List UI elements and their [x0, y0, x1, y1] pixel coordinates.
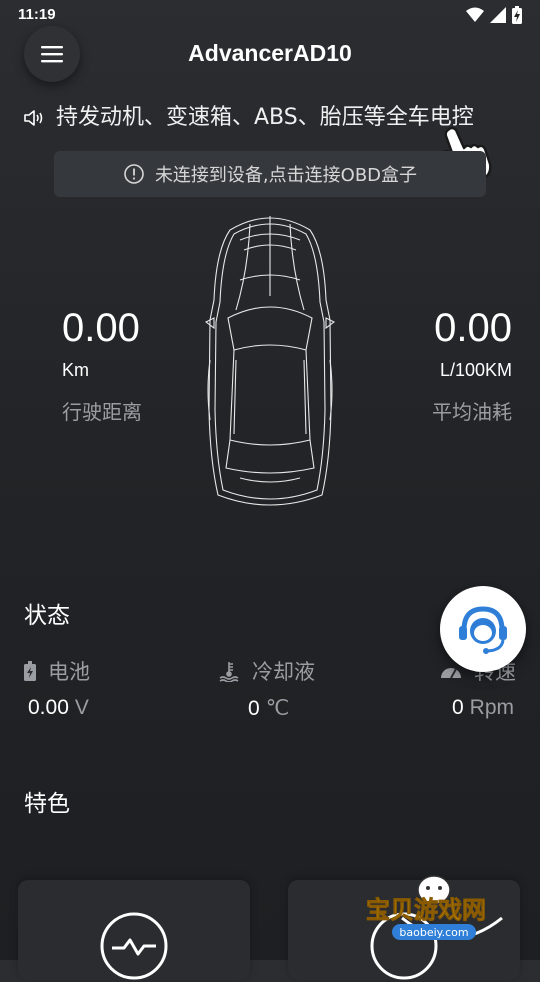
watermark-url: baobeiy.com [399, 926, 468, 939]
battery-unit: V [74, 696, 89, 719]
car-topview-icon [204, 216, 336, 506]
coolant-label: 冷却液 [252, 660, 315, 684]
info-icon [124, 164, 144, 184]
battery-label: 电池 [48, 660, 90, 684]
connect-obd-bar[interactable]: 未连接到设备,点击连接OBD盒子 [54, 151, 486, 197]
watermark-title: 宝贝游戏网 [366, 896, 486, 924]
battery-value: 0.00 [28, 696, 69, 719]
watermark-logo: 宝贝游戏网 baobeiy.com [366, 875, 503, 940]
battery-gauge-header: 电池 [24, 656, 90, 686]
speaker-icon [24, 110, 43, 126]
rpm-value: 0 [451, 696, 464, 719]
distance-value: 0.00 [62, 306, 140, 350]
feature-section-title: 特色 [24, 791, 70, 817]
customer-support-button[interactable] [440, 586, 526, 672]
waveform-icon [100, 912, 168, 980]
coolant-unit: ℃ [265, 697, 290, 720]
coolant-reading: 0 ℃ [248, 696, 289, 721]
coolant-temperature-icon [219, 662, 239, 682]
status-icons [466, 6, 522, 24]
fuel-consumption-label: 平均油耗 [432, 400, 512, 424]
customer-service-icon [459, 606, 507, 654]
rpm-reading: 0 Rpm [452, 696, 514, 720]
battery-charging-icon [512, 6, 522, 24]
status-time: 11:19 [18, 6, 56, 23]
coolant-gauge-header: 冷却液 [218, 656, 315, 686]
coolant-value: 0 [248, 697, 260, 720]
battery-reading: 0.00 V [28, 696, 89, 720]
signal-icon [490, 7, 506, 23]
state-section-title: 状态 [24, 603, 70, 629]
connect-obd-text: 未连接到设备,点击连接OBD盒子 [154, 165, 418, 186]
distance-unit: Km [62, 360, 89, 380]
distance-label: 行驶距离 [62, 400, 142, 424]
fuel-consumption-value: 0.00 [434, 306, 512, 350]
page-title: AdvancerAD10 [188, 40, 352, 66]
wifi-icon [466, 7, 484, 22]
battery-icon [24, 661, 36, 681]
feature-card-diagnostics[interactable] [18, 880, 250, 980]
rpm-unit: Rpm [469, 696, 514, 719]
fuel-consumption-unit: L/100KM [439, 360, 512, 380]
